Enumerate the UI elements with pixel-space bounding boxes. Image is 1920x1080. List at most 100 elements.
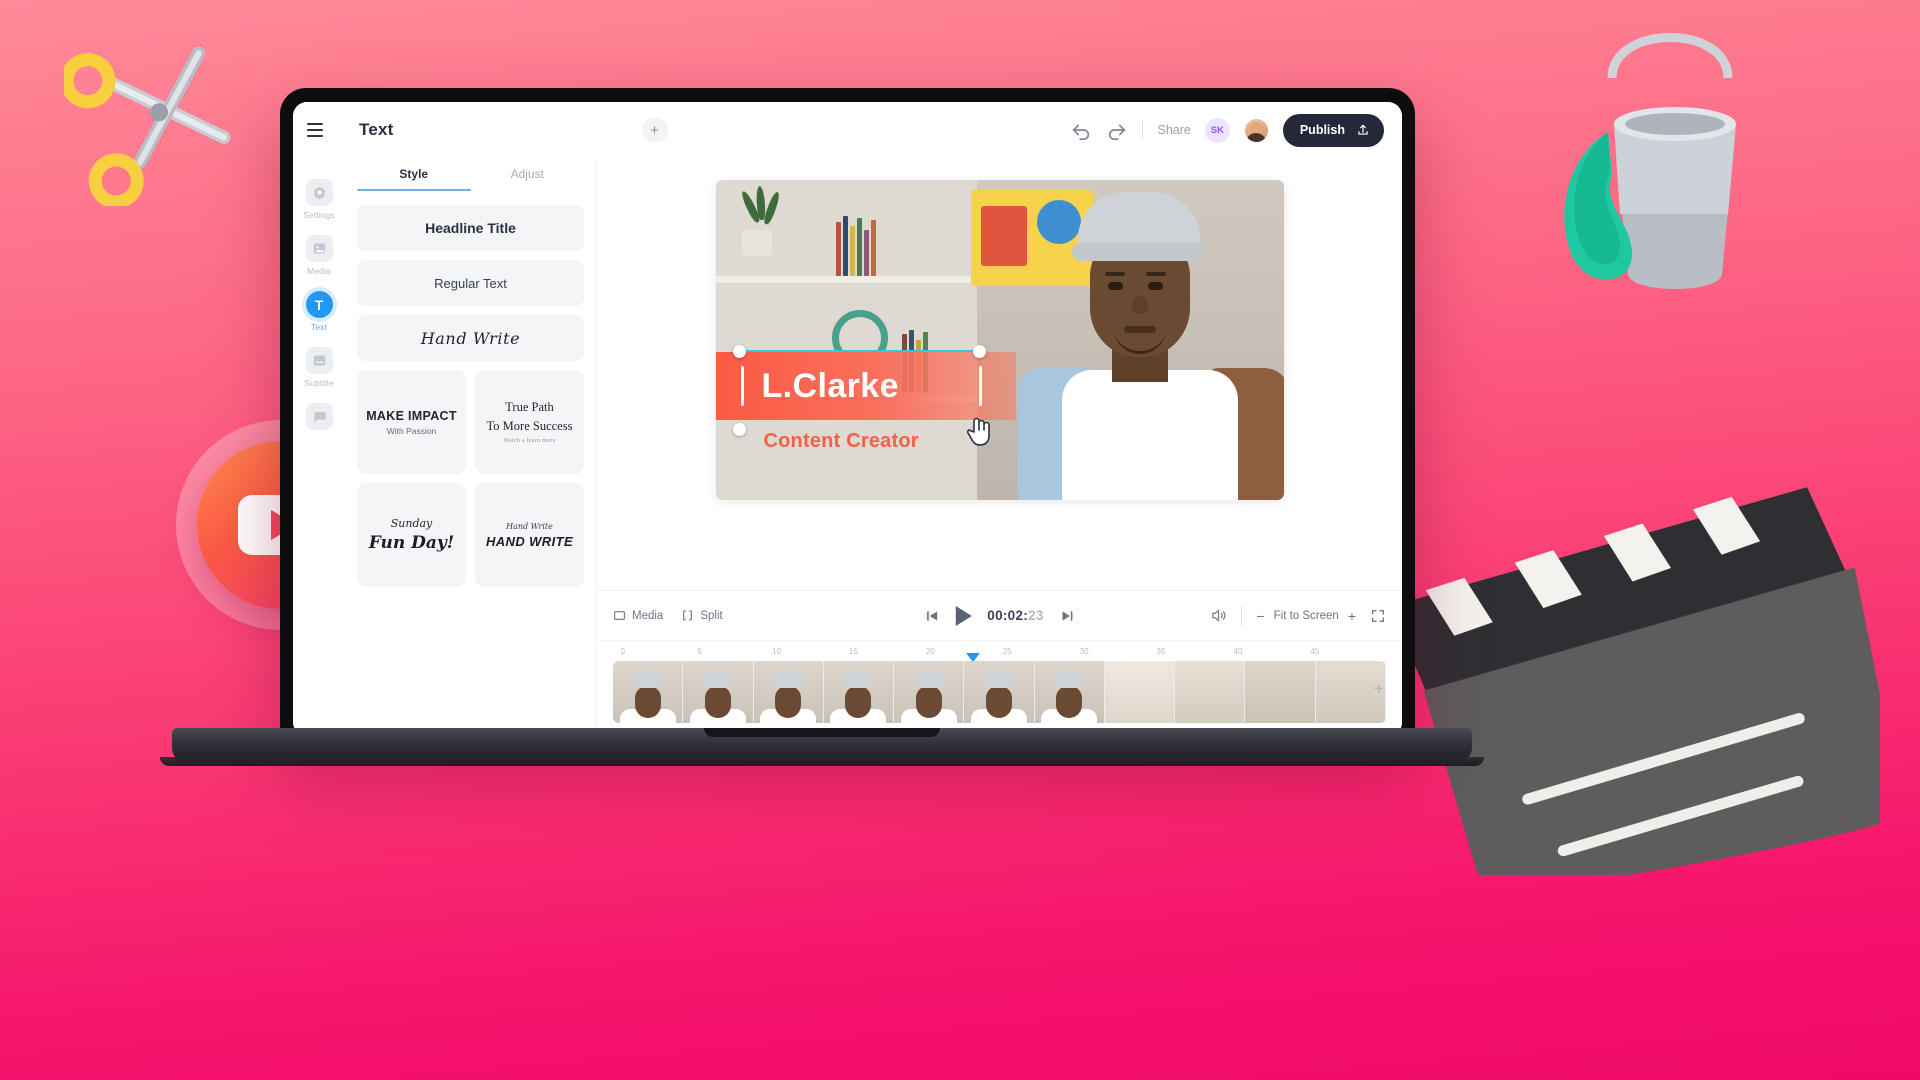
- preset-line1: True Path: [505, 400, 554, 415]
- media-label: Media: [632, 609, 664, 622]
- preset-line1: Hand Write: [506, 521, 553, 531]
- fullscreen-icon[interactable]: [1370, 608, 1386, 624]
- skip-next-icon[interactable]: [1060, 608, 1076, 624]
- header-actions: Share SK Publish: [1070, 113, 1386, 147]
- preset-label: Hand Write: [420, 328, 521, 348]
- timeline-frame[interactable]: [683, 661, 754, 723]
- chat-bubble-icon: [305, 403, 333, 430]
- text-t-icon: T: [305, 291, 333, 318]
- preset-row-2: Sunday Fun Day! Hand Write HAND WRITE: [357, 483, 584, 587]
- ruler-tick: 30: [1079, 647, 1089, 656]
- preset-line2: HAND WRITE: [485, 533, 574, 549]
- preset-line2: To More Success: [486, 419, 573, 433]
- preset-true-path[interactable]: True Path To More Success Watch a learn …: [475, 370, 584, 474]
- publish-button[interactable]: Publish: [1282, 113, 1384, 147]
- timeline-frame[interactable]: [1104, 661, 1176, 723]
- toolbar-right: − Fit to Screen +: [1210, 605, 1386, 626]
- ruler-tick: 35: [1156, 647, 1166, 656]
- page-title: Text: [359, 120, 394, 139]
- share-upload-icon: [1358, 124, 1368, 135]
- timeline-ruler[interactable]: 0 5 10 15 20 25 30 35 40 45: [615, 641, 1384, 662]
- overlay-subtitle: Content Creator: [763, 430, 919, 452]
- preset-list: Headline Title Regular Text Hand Write M…: [345, 191, 596, 597]
- tab-style[interactable]: Style: [357, 158, 471, 191]
- preset-row-1: MAKE IMPACT With Passion True Path To Mo…: [357, 370, 584, 474]
- left-rail: Settings Media T Text Subtitle: [293, 158, 345, 736]
- preset-headline-title[interactable]: Headline Title: [357, 205, 584, 251]
- toolbar-left: Media Split: [613, 609, 723, 622]
- preset-line2: Fun Day!: [368, 533, 455, 553]
- app-header: Text + Share SK Publish: [293, 102, 1402, 158]
- preset-make-impact[interactable]: MAKE IMPACT With Passion: [357, 370, 466, 474]
- redo-arrow-icon[interactable]: [1106, 119, 1128, 141]
- share-button[interactable]: Share: [1157, 123, 1190, 137]
- laptop-mockup: Text + Share SK Publish Settings Media T…: [160, 88, 1484, 766]
- style-panel: Style Adjust Headline Title Regular Text…: [345, 158, 597, 736]
- preset-regular-text[interactable]: Regular Text: [357, 260, 584, 306]
- playback-toolbar: Media Split 00:02:23 − Fit to Screen +: [597, 590, 1402, 640]
- ruler-tick: 20: [925, 647, 935, 656]
- ruler-tick: 15: [848, 647, 858, 656]
- laptop-foot: [160, 757, 1484, 766]
- zoom-out-button[interactable]: −: [1256, 608, 1264, 624]
- ruler-tick: 10: [772, 647, 781, 656]
- split-button[interactable]: Split: [681, 609, 723, 622]
- sidebar-item-text[interactable]: T Text: [293, 284, 345, 338]
- zoom-in-button[interactable]: +: [1348, 608, 1356, 624]
- sidebar-item-subtitle[interactable]: Subtitle: [293, 340, 345, 394]
- undo-arrow-icon[interactable]: [1070, 119, 1092, 141]
- sidebar-item-media[interactable]: Media: [293, 228, 345, 282]
- zoom-level-label[interactable]: Fit to Screen: [1274, 610, 1339, 622]
- preset-line3: Watch a learn more: [503, 437, 556, 444]
- ruler-tick: 45: [1310, 647, 1320, 656]
- timeline-frame[interactable]: [613, 661, 684, 723]
- timeline-frame[interactable]: [1175, 661, 1246, 723]
- preset-line2: With Passion: [386, 425, 437, 436]
- volume-icon[interactable]: [1210, 607, 1227, 624]
- preset-hand-write-bold[interactable]: Hand Write HAND WRITE: [475, 483, 584, 587]
- plus-icon[interactable]: +: [641, 117, 668, 143]
- preset-hand-write[interactable]: Hand Write: [357, 315, 584, 361]
- timeline-track[interactable]: [613, 661, 1386, 723]
- resize-handle-top-right[interactable]: [972, 345, 986, 358]
- sidebar-item-label: Media: [307, 266, 331, 276]
- preset-sunday-fun-day[interactable]: Sunday Fun Day!: [357, 483, 466, 587]
- overlay-title: L.Clarke: [761, 366, 899, 405]
- resize-handle-top-left[interactable]: [732, 345, 746, 358]
- hamburger-icon[interactable]: [307, 117, 333, 143]
- zoom-controls: − Fit to Screen +: [1256, 608, 1356, 624]
- play-icon[interactable]: [955, 605, 972, 626]
- text-cursor-right: [978, 366, 982, 406]
- timeline-frame[interactable]: [1245, 661, 1316, 723]
- timecode-main: 00:02:: [987, 608, 1029, 623]
- preset-label: Regular Text: [434, 275, 507, 291]
- ruler-tick: 25: [1002, 647, 1012, 656]
- timeline[interactable]: 0 5 10 15 20 25 30 35 40 45 +: [597, 640, 1402, 736]
- resize-handle-bottom-left[interactable]: [732, 423, 746, 436]
- skip-previous-icon[interactable]: [923, 608, 939, 624]
- media-stack-icon: [614, 611, 625, 620]
- gear-icon: [305, 179, 333, 206]
- sidebar-item-settings[interactable]: Settings: [293, 172, 345, 226]
- sidebar-item-chat[interactable]: [293, 396, 345, 436]
- timeline-frame[interactable]: [823, 661, 895, 723]
- tab-adjust[interactable]: Adjust: [471, 158, 585, 191]
- avatar[interactable]: SK: [1204, 117, 1230, 143]
- hand-pointer-icon: [966, 417, 990, 446]
- transport-controls: 00:02:23: [923, 605, 1076, 626]
- person-subject: [1000, 192, 1284, 500]
- timeline-frame[interactable]: [1034, 661, 1105, 723]
- app-screen: Text + Share SK Publish Settings Media T…: [293, 102, 1402, 736]
- text-overlay-box[interactable]: L.Clarke: [715, 352, 1016, 420]
- timeline-frame[interactable]: [753, 661, 824, 723]
- avatar-photo[interactable]: [1243, 117, 1269, 143]
- timeline-frame[interactable]: [894, 661, 965, 723]
- sidebar-item-label: Text: [311, 322, 327, 332]
- stage-column: L.Clarke Content Creator Media Split 00:…: [597, 158, 1402, 736]
- timeline-frame[interactable]: [964, 661, 1035, 723]
- video-canvas[interactable]: L.Clarke Content Creator: [715, 180, 1284, 500]
- media-button[interactable]: Media: [613, 609, 663, 622]
- ruler-tick: 0: [620, 647, 625, 656]
- add-track-button[interactable]: +: [1373, 678, 1384, 699]
- ruler-tick: 40: [1233, 647, 1243, 656]
